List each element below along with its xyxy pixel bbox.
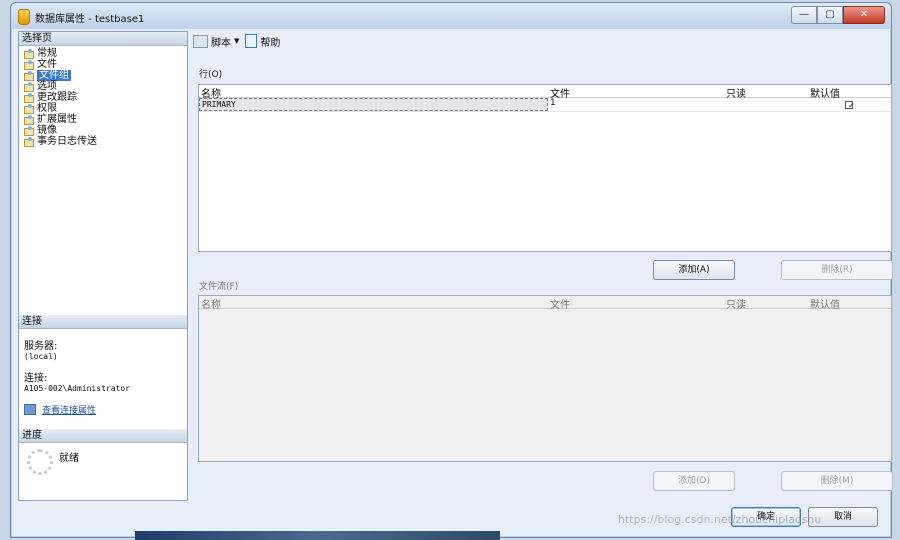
progress-header: 进度 (19, 429, 187, 443)
page-item-files[interactable]: 文件 (23, 59, 187, 70)
delete-filestream-button[interactable]: 删除(M) (781, 471, 893, 491)
col-files: 文件 (550, 300, 570, 311)
chevron-down-icon[interactable]: ▼ (234, 37, 239, 45)
filestream-grid-header: 名称 文件 只读 默认值 (199, 296, 891, 311)
database-icon (18, 9, 30, 25)
page-icon (23, 93, 34, 103)
cell-name[interactable]: PRIMARY (199, 98, 548, 111)
database-properties-window: 数据库属性 - testbase1 — ▢ ✕ 选择页 常规 文件 文件组 选项… (10, 2, 893, 538)
page-item-mirroring[interactable]: 镜像 (23, 125, 187, 136)
cell-files[interactable]: 1 (548, 98, 724, 111)
main-panel: 脚本 ▼ 帮助 行(O) 名称 文件 只读 默认值 PRIMARY 1 ✓ 添加… (189, 31, 893, 499)
page-icon (23, 71, 34, 81)
cell-default[interactable]: ✓ (808, 98, 891, 111)
close-button[interactable]: ✕ (843, 6, 885, 24)
page-icon (23, 115, 34, 125)
col-readonly: 只读 (726, 89, 746, 100)
maximize-button[interactable]: ▢ (817, 6, 843, 24)
page-item-extended-properties[interactable]: 扩展属性 (23, 114, 187, 125)
connection-value: A105-002\Administrator (24, 384, 130, 393)
progress-section: 进度 就绪 (19, 429, 187, 475)
page-icon (23, 82, 34, 92)
add-filegroup-button[interactable]: 添加(A) (653, 260, 735, 280)
connection-header: 连接 (19, 315, 187, 329)
add-filestream-button[interactable]: 添加(D) (653, 471, 735, 491)
page-icon (23, 104, 34, 114)
toolbar: 脚本 ▼ 帮助 (189, 31, 889, 51)
table-row[interactable]: PRIMARY 1 ✓ (199, 98, 891, 112)
cell-readonly[interactable] (724, 98, 808, 111)
col-default: 默认值 (810, 89, 840, 100)
page-item-log-shipping[interactable]: 事务日志传送 (23, 136, 187, 147)
select-page-header: 选择页 (19, 32, 187, 46)
page-item-filegroups[interactable]: 文件组 (23, 70, 187, 81)
page-item-change-tracking[interactable]: 更改跟踪 (23, 92, 187, 103)
delete-filegroup-button[interactable]: 删除(R) (781, 260, 893, 280)
page-item-general[interactable]: 常规 (23, 48, 187, 59)
server-value: (local) (24, 352, 58, 361)
progress-status: 就绪 (59, 453, 79, 464)
script-button[interactable]: 脚本 ▼ (193, 34, 239, 49)
page-list: 常规 文件 文件组 选项 更改跟踪 权限 扩展属性 镜像 事务日志传送 (19, 46, 187, 147)
col-name: 名称 (201, 300, 221, 311)
watermark: https://blog.csdn.net/zhouchiplaoshu (618, 513, 822, 526)
rows-grid-header: 名称 文件 只读 默认值 (199, 85, 891, 100)
filestream-grid[interactable]: 名称 文件 只读 默认值 (198, 295, 892, 462)
page-item-permissions[interactable]: 权限 (23, 103, 187, 114)
server-label: 服务器: (24, 341, 58, 352)
left-panel: 选择页 常规 文件 文件组 选项 更改跟踪 权限 扩展属性 镜像 事务日志传送 … (18, 31, 188, 501)
taskbar-strip (135, 531, 500, 540)
connection-section: 连接 服务器: (local) 连接: A105-002\Administrat… (19, 315, 187, 424)
progress-spinner-icon (27, 449, 53, 475)
page-icon (23, 126, 34, 136)
connection-properties-icon (24, 404, 36, 415)
filestream-group-label: 文件流(F) (199, 282, 239, 292)
script-icon (193, 34, 208, 48)
connection-label: 连接: (24, 373, 48, 384)
col-readonly: 只读 (726, 300, 746, 311)
window-title: 数据库属性 - testbase1 (35, 14, 145, 25)
page-icon (23, 49, 34, 59)
page-icon (23, 60, 34, 70)
col-files: 文件 (550, 89, 570, 100)
title-bar[interactable]: 数据库属性 - testbase1 — ▢ ✕ (11, 3, 891, 29)
rows-group-label: 行(O) (199, 70, 223, 80)
rows-grid[interactable]: 名称 文件 只读 默认值 PRIMARY 1 ✓ (198, 84, 892, 252)
view-connection-properties-link[interactable]: 查看连接属性 (42, 403, 96, 416)
page-icon (23, 137, 34, 147)
default-checkbox[interactable]: ✓ (845, 100, 855, 109)
help-icon (245, 34, 258, 48)
minimize-button[interactable]: — (791, 6, 817, 24)
col-default: 默认值 (810, 300, 840, 311)
col-name: 名称 (201, 89, 221, 100)
help-button[interactable]: 帮助 (245, 34, 280, 49)
page-item-options[interactable]: 选项 (23, 81, 187, 92)
